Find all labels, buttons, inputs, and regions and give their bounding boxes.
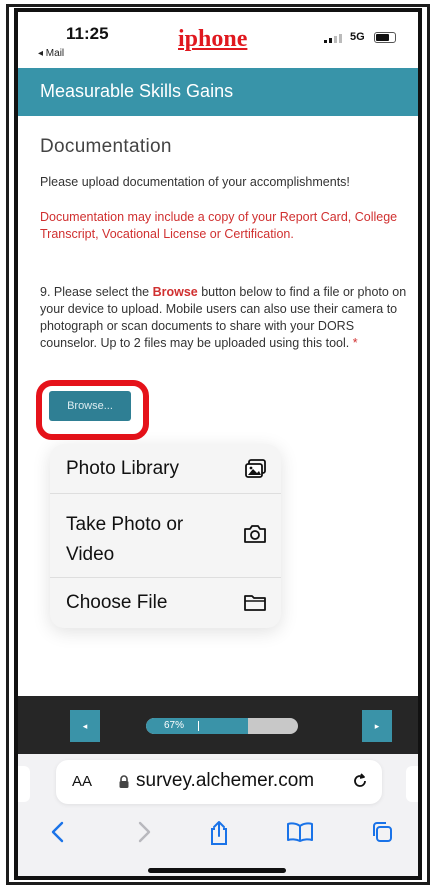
survey-content: Documentation Please upload documentatio…	[18, 116, 418, 696]
lock-icon	[118, 774, 130, 795]
required-marker: *	[352, 336, 358, 350]
browser-toolbar: AA survey.alchemer.com	[18, 754, 418, 876]
back-to-mail-link[interactable]: ◂ Mail	[38, 48, 64, 59]
back-arrow-icon[interactable]	[48, 820, 68, 849]
previous-page-button[interactable]: ◂	[70, 710, 100, 742]
address-bar[interactable]: AA survey.alchemer.com	[56, 760, 382, 804]
camera-icon	[243, 524, 267, 549]
question-9: 9. Please select the Browse button below…	[40, 284, 408, 352]
signal-icon	[324, 34, 342, 43]
documentation-note: Documentation may include a copy of your…	[40, 210, 398, 241]
text-size-button[interactable]: AA	[72, 773, 92, 790]
survey-header: Measurable Skills Gains	[18, 68, 418, 116]
tabs-icon[interactable]	[370, 820, 394, 849]
phone-screen: 11:25 ◂ Mail iphone 5G Measurable Skills…	[14, 8, 422, 880]
survey-navigation: ◂ 67% ▸	[18, 696, 418, 754]
intro-text: Please upload documentation of your acco…	[40, 175, 350, 189]
progress-bar: 67%	[146, 718, 298, 734]
upload-options-menu: Photo Library Take Photo or Video Choose…	[50, 444, 281, 628]
reload-icon[interactable]	[350, 771, 370, 796]
brand-label: iphone	[178, 26, 248, 52]
menu-item-take-photo[interactable]: Take Photo or Video	[50, 494, 281, 578]
question-9-text-start: 9. Please select the	[40, 285, 153, 299]
browse-button[interactable]: Browse...	[49, 391, 131, 421]
home-indicator	[148, 868, 286, 873]
photo-library-icon	[245, 459, 267, 484]
network-label: 5G	[350, 31, 365, 43]
url-text: survey.alchemer.com	[136, 770, 315, 791]
previous-tab-peek[interactable]	[18, 766, 30, 802]
bookmarks-icon[interactable]	[286, 820, 314, 849]
menu-item-label: Photo Library	[66, 458, 180, 479]
menu-item-label: Take Photo or Video	[66, 514, 184, 565]
battery-icon	[374, 32, 396, 43]
menu-item-photo-library[interactable]: Photo Library	[50, 444, 281, 494]
status-time: 11:25	[66, 24, 109, 43]
folder-icon	[243, 593, 267, 618]
status-bar: 11:25 ◂ Mail iphone 5G	[18, 12, 418, 68]
section-title: Documentation	[40, 136, 172, 157]
next-page-button[interactable]: ▸	[362, 710, 392, 742]
progress-fill	[146, 718, 248, 734]
progress-caret	[198, 721, 199, 731]
next-tab-peek[interactable]	[406, 766, 418, 802]
survey-title: Measurable Skills Gains	[40, 81, 234, 101]
menu-item-label: Choose File	[66, 592, 168, 613]
question-9-browse-word: Browse	[152, 285, 198, 299]
menu-item-choose-file[interactable]: Choose File	[50, 578, 281, 628]
share-icon[interactable]	[208, 820, 230, 851]
forward-arrow-icon[interactable]	[134, 820, 154, 849]
progress-label: 67%	[164, 720, 185, 731]
